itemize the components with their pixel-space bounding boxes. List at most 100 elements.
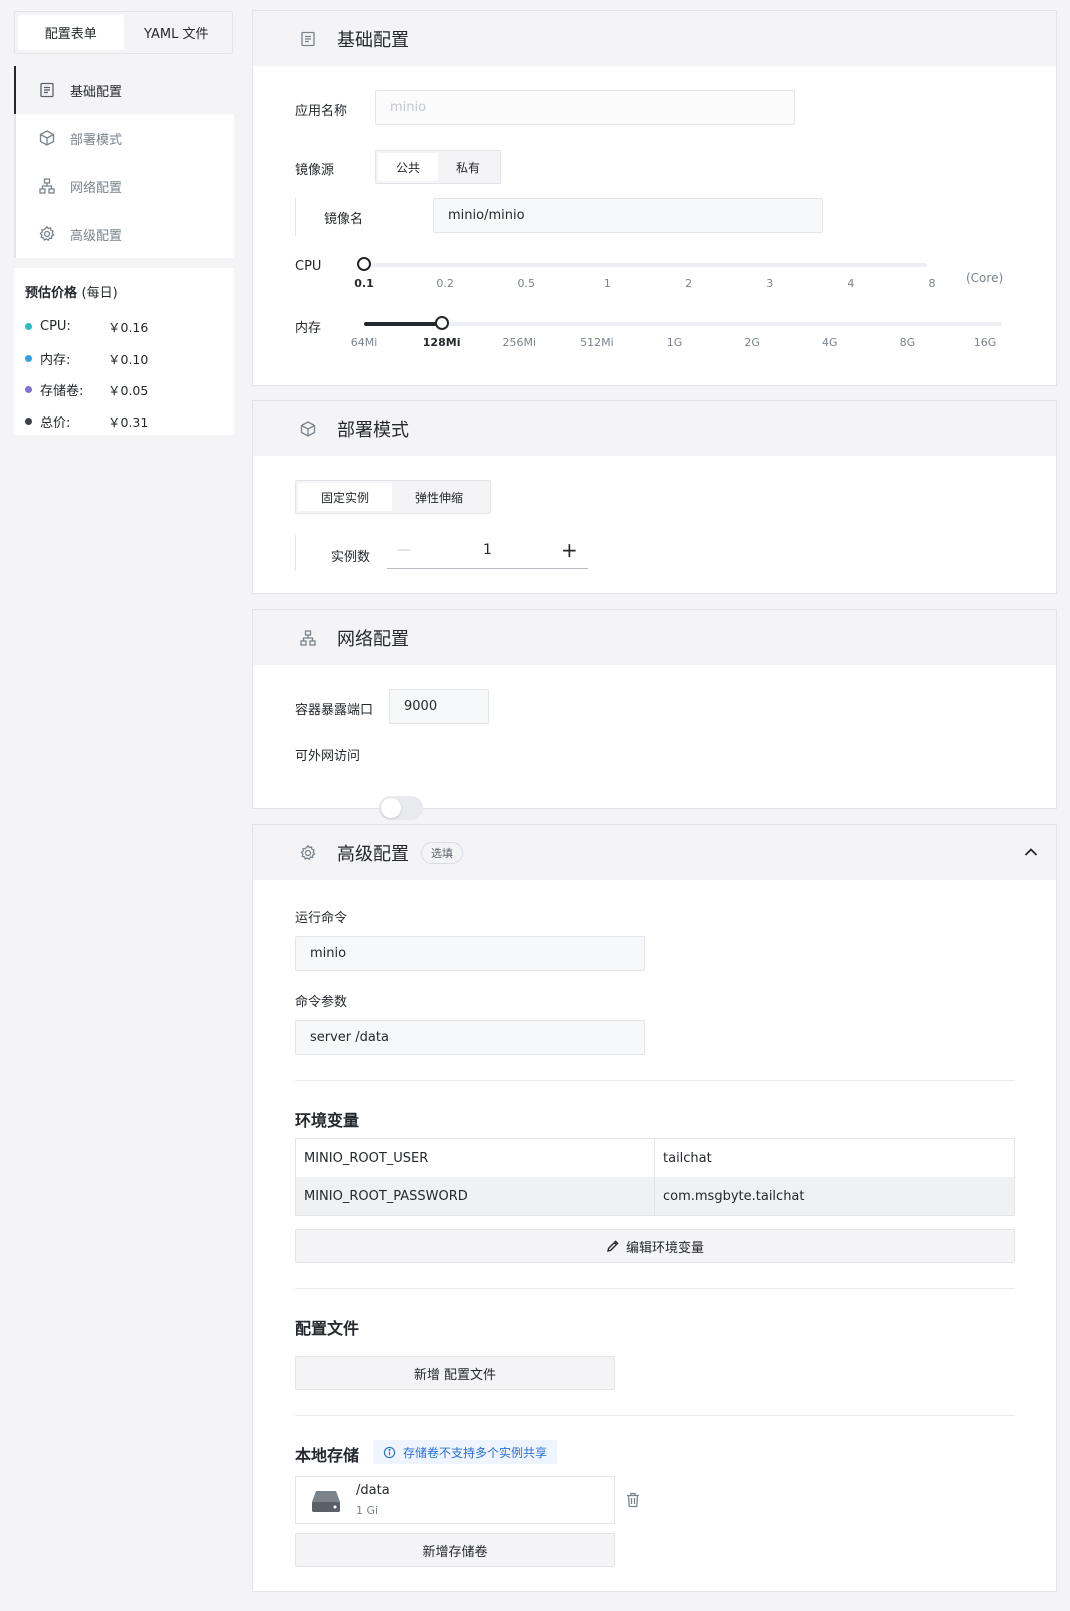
price-panel: 预估价格 (每日) CPU: ￥0.16 内存: ￥0.10 存储卷: ￥0.05 总… [14,268,234,435]
slider-tick-label[interactable]: 3 [766,277,773,290]
network-card: 网络配置 容器暴露端口 9000 可外网访问 [252,609,1057,820]
card-title: 网络配置 [337,628,409,650]
divider [295,1415,1015,1416]
deploy-mode-header: 部署模式 [253,401,1056,456]
image-name-input[interactable]: minio/minio [433,198,823,233]
sidebar-nav: 基础配置 部署模式 网络配置 高级配置 [14,66,234,258]
cpu-dot [25,323,32,331]
divider [295,1288,1015,1289]
image-source-label: 镜像源 [295,163,335,178]
tab-form[interactable]: 配置表单 [18,15,124,50]
tab-yaml[interactable]: YAML 文件 [124,15,230,50]
slider-tick-label[interactable]: 8 [929,277,936,290]
image-name-indent [295,198,296,236]
add-config-button[interactable]: 新增 配置文件 [295,1356,615,1390]
storage-title: 本地存储 [295,1446,360,1465]
env-key: MINIO_ROOT_PASSWORD [296,1177,655,1215]
edit-env-button[interactable]: 编辑环境变量 [295,1229,1015,1263]
sidebar-item-label: 高级配置 [70,228,123,244]
price-row-memory: 内存: ￥0.10 [25,343,223,375]
env-table: MINIO_ROOT_USER tailchat MINIO_ROOT_PASS… [295,1138,1015,1216]
network-icon [39,178,55,194]
memory-dot [25,354,32,362]
network-header: 网络配置 [253,610,1056,665]
env-key: MINIO_ROOT_USER [296,1139,655,1177]
slider-tick-label[interactable]: 1 [604,277,611,290]
sidebar-item-advanced[interactable]: 高级配置 [14,210,234,258]
memory-label: 内存 [295,321,322,336]
sidebar-item-basic[interactable]: 基础配置 [14,66,234,114]
image-source-public[interactable]: 公共 [378,153,438,181]
slider-tick-label[interactable]: 64Mi [351,336,378,349]
slider-tick-label[interactable]: 0.5 [518,277,536,290]
config-title: 配置文件 [295,1319,360,1338]
deploy-mode-fixed[interactable]: 固定实例 [298,483,392,511]
pencil-icon [607,1240,619,1252]
env-title: 环境变量 [295,1111,360,1130]
disk-icon [312,1491,340,1512]
deploy-mode-elastic[interactable]: 弹性伸缩 [392,483,486,511]
table-row: MINIO_ROOT_PASSWORD com.msgbyte.tailchat [296,1177,1014,1215]
gear-icon [39,225,55,242]
slider-tick-label[interactable]: 128Mi [423,336,461,349]
slider-tick-label[interactable]: 512Mi [580,336,614,349]
trash-icon[interactable] [626,1492,640,1508]
volume-size: 1 Gi [356,1504,379,1517]
slider-tick-label[interactable]: 4G [822,336,838,349]
slider-tick-label[interactable]: 16G [974,336,997,349]
args-input[interactable]: server /data [295,1020,645,1055]
replicas-value[interactable]: 1 [483,542,492,558]
add-volume-button[interactable]: 新增存储卷 [295,1533,615,1567]
advanced-header[interactable]: 高级配置 选填 [253,825,1056,880]
app-name-label: 应用名称 [295,104,348,119]
volume-item: /data 1 Gi [295,1476,615,1524]
deploy-mode-card: 部署模式 固定实例 弹性伸缩 实例数 — 1 + [252,400,1057,594]
document-icon [40,82,54,98]
cpu-unit: (Core) [966,271,1004,285]
port-label: 容器暴露端口 [295,703,374,718]
basic-config-card: 基础配置 应用名称 minio 镜像源 公共 私有 镜像名 minio/mini… [252,10,1057,386]
public-access-label: 可外网访问 [295,749,361,764]
cpu-ticks: 0.1 0.2 0.5 1 2 3 4 8 [354,277,947,293]
slider-tick-label[interactable]: 256Mi [502,336,536,349]
slider-tick-label[interactable]: 0.1 [354,277,374,290]
command-label: 运行命令 [295,911,348,926]
table-row: MINIO_ROOT_USER tailchat [296,1139,1014,1177]
slider-tick-label[interactable]: 2G [744,336,760,349]
memory-slider-handle[interactable] [435,316,449,330]
memory-slider-fill [364,322,442,326]
env-value: com.msgbyte.tailchat [663,1188,805,1204]
sidebar-item-deploy[interactable]: 部署模式 [14,114,234,162]
mode-tabs: 配置表单 YAML 文件 [14,11,233,54]
image-source-private[interactable]: 私有 [438,153,498,181]
memory-slider-track[interactable] [364,322,1002,326]
slider-tick-label[interactable]: 0.2 [436,277,454,290]
chevron-up-icon[interactable] [1022,843,1040,861]
memory-ticks: 64Mi 128Mi 256Mi 512Mi 1G 2G 4G 8G 16G [351,336,1005,352]
replicas-indent [295,535,296,571]
cpu-slider-handle[interactable] [357,257,371,271]
replicas-label: 实例数 [331,550,371,565]
command-input[interactable]: minio [295,936,645,971]
slider-tick-label[interactable]: 4 [847,277,854,290]
slider-tick-label[interactable]: 1G [667,336,683,349]
slider-tick-label[interactable]: 2 [685,277,692,290]
replicas-stepper: — 1 + [387,535,588,569]
public-access-toggle[interactable] [379,796,423,820]
toggle-knob [381,798,401,818]
price-row-storage: 存储卷: ￥0.05 [25,374,223,406]
sidebar-item-network[interactable]: 网络配置 [14,162,234,210]
cpu-slider-track[interactable] [364,263,927,267]
info-icon [383,1446,396,1458]
plus-button[interactable]: + [561,538,578,562]
slider-tick-label[interactable]: 8G [900,336,916,349]
image-name-label: 镜像名 [324,212,364,227]
volume-path: /data [356,1483,390,1498]
env-value: tailchat [663,1150,712,1166]
app-name-input[interactable]: minio [375,90,795,125]
port-input[interactable]: 9000 [389,689,489,724]
cube-icon [300,420,316,437]
minus-button[interactable]: — [397,542,411,558]
sidebar-item-label: 部署模式 [70,132,123,148]
total-dot [25,417,32,425]
